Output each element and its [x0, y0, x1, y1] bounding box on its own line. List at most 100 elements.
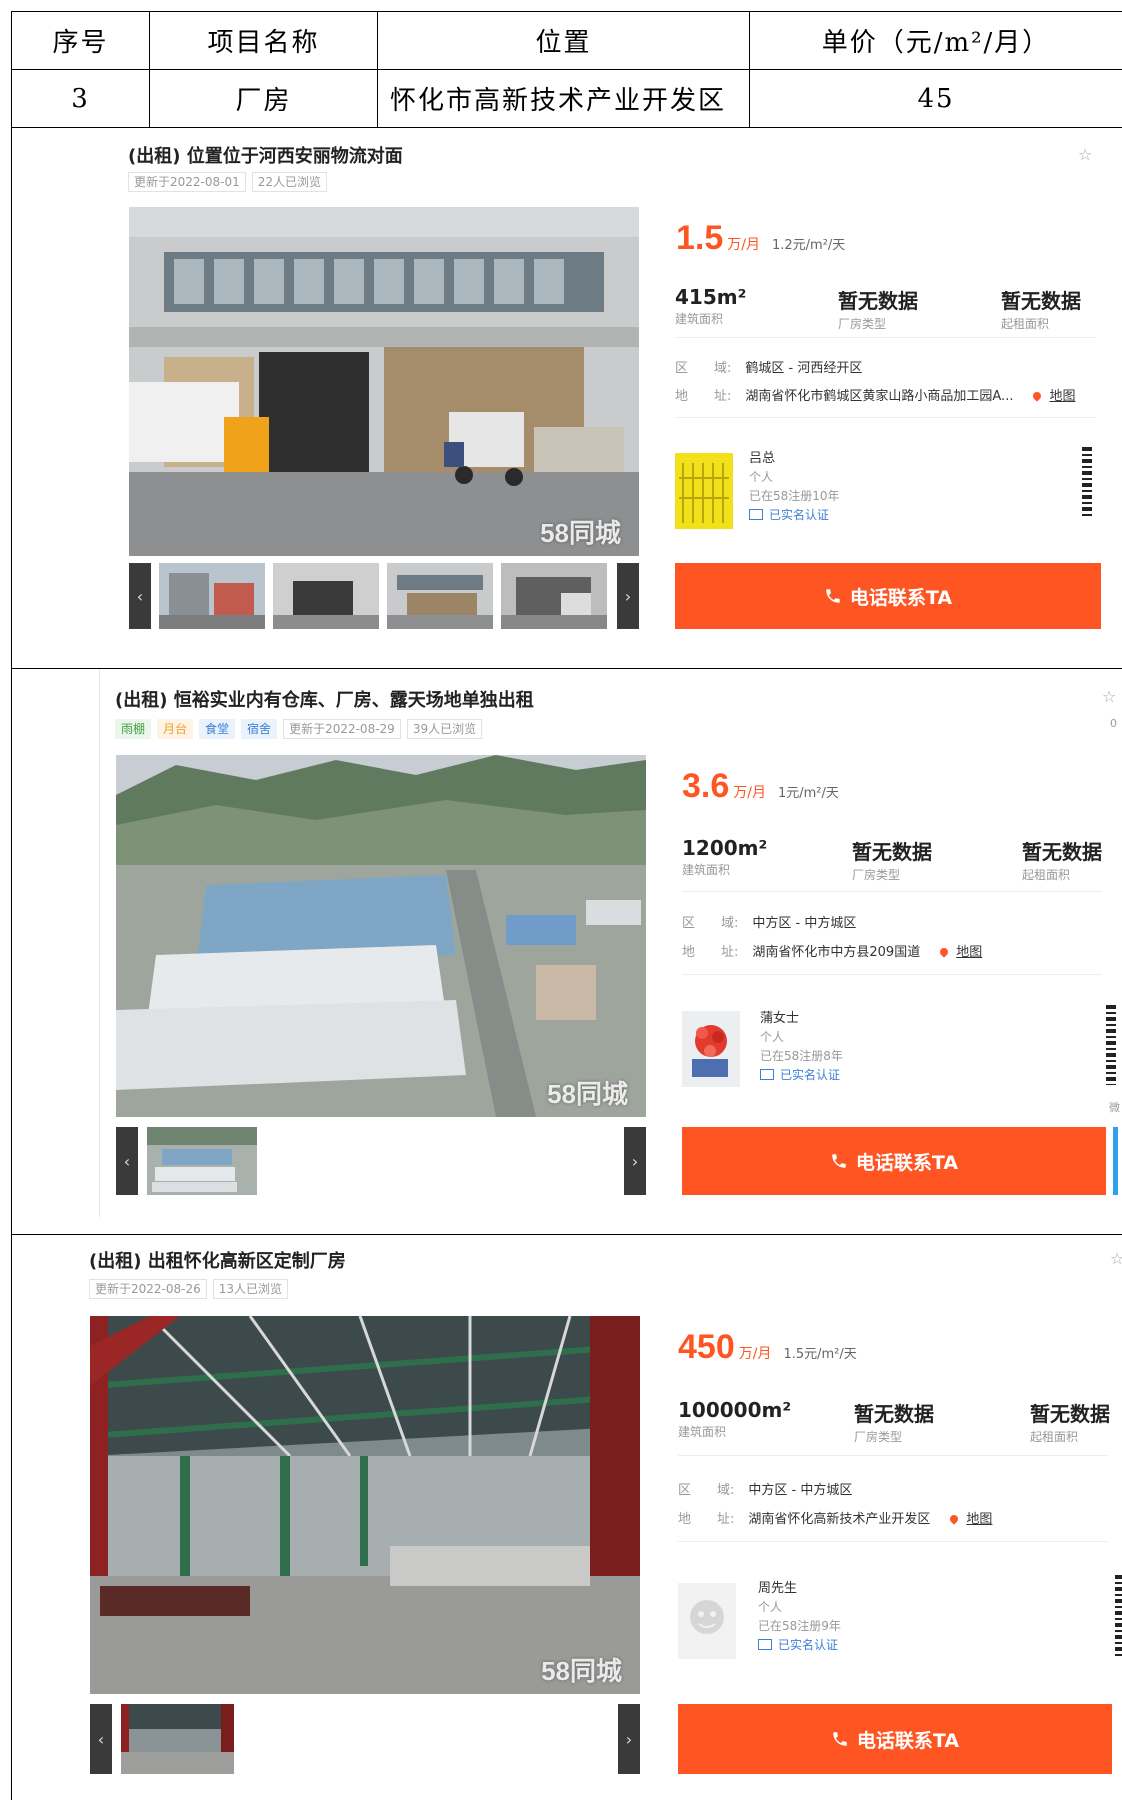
phone-icon — [832, 1154, 846, 1168]
map-pin-icon — [1031, 390, 1044, 402]
star-icon[interactable]: ☆ — [1078, 145, 1092, 164]
avatar — [675, 453, 733, 529]
district-value: 中方区 - 中方城区 — [748, 1483, 853, 1498]
main-photo[interactable]: 58同城 — [129, 207, 639, 556]
header-price: 单价（元/m²/月） — [749, 11, 1122, 70]
agent-info: 吕总 个人 已在58注册10年 已实名认证 — [749, 449, 840, 525]
thumbnail[interactable] — [121, 1704, 234, 1774]
table-header-row: 序号 项目名称 位置 单价（元/m²/月） — [11, 11, 1122, 70]
side-button-edge[interactable] — [1113, 1127, 1118, 1195]
price-value: 1.5 — [676, 219, 724, 257]
price-row: 3.6 万/月 1元/m²/天 — [682, 767, 839, 806]
type-stat: 暂无数据 厂房类型 — [854, 1402, 934, 1444]
cell-index: 3 — [11, 69, 150, 128]
cell-project: 厂房 — [149, 69, 378, 128]
listing-title[interactable]: (出租) 出租怀化高新区定制厂房 — [89, 1247, 346, 1273]
header-project: 项目名称 — [149, 11, 378, 70]
thumbnail[interactable] — [387, 563, 493, 629]
address-line: 地 址: 湖南省怀化市鹤城区黄家山路小商品加工园A... 地图 — [675, 389, 1076, 404]
avatar — [682, 1011, 740, 1087]
map-link[interactable]: 地图 — [966, 1512, 992, 1527]
call-button[interactable]: 电话联系TA — [678, 1704, 1112, 1774]
phone-icon — [833, 1732, 847, 1746]
price-per-area: 1.5元/m²/天 — [783, 1347, 857, 1362]
thumbnail[interactable] — [501, 563, 607, 629]
price-row: 1.5 万/月 1.2元/m²/天 — [676, 219, 845, 258]
agent-name: 蒲女士 — [760, 1011, 800, 1026]
agent-role: 个人 — [749, 470, 774, 484]
qr-code — [1082, 447, 1092, 519]
listing-title[interactable]: (出租) 恒裕实业内有仓库、厂房、露天场地单独出租 — [115, 686, 534, 712]
district-line: 区 域: 中方区 - 中方城区 — [678, 1483, 853, 1498]
qr-code — [1106, 1005, 1116, 1085]
divider — [675, 417, 1095, 418]
agent-role: 个人 — [758, 1600, 783, 1614]
call-button[interactable]: 电话联系TA — [682, 1127, 1106, 1195]
verified-badge: 已实名认证 — [760, 1066, 843, 1085]
chevron-left-icon[interactable]: ‹ — [90, 1704, 112, 1774]
feature-tag: 月台 — [157, 719, 194, 739]
header-location: 位置 — [377, 11, 750, 70]
qr-code — [1115, 1575, 1122, 1657]
thumb-strip: ‹ › — [116, 1127, 646, 1195]
star-count: 0 — [1110, 717, 1117, 730]
thumb-strip: ‹ › — [129, 563, 639, 629]
divider — [682, 974, 1102, 975]
agent-info: 蒲女士 个人 已在58注册8年 已实名认证 — [760, 1009, 843, 1085]
views-tag: 13人已浏览 — [212, 1279, 289, 1299]
updated-tag: 更新于2022-08-29 — [283, 719, 401, 739]
agent-name: 周先生 — [758, 1581, 798, 1596]
listing-title[interactable]: (出租) 位置位于河西安丽物流对面 — [128, 142, 403, 168]
chevron-right-icon[interactable]: › — [618, 1704, 640, 1774]
call-label: 电话联系TA — [855, 1151, 959, 1174]
price-unit: 万/月 — [727, 237, 760, 253]
min-area-stat: 暂无数据 起租面积 — [1030, 1402, 1110, 1444]
thumbnail[interactable] — [159, 563, 265, 629]
agent-info: 周先生 个人 已在58注册9年 已实名认证 — [758, 1579, 841, 1655]
agent-reg: 已在58注册10年 — [749, 489, 840, 503]
chevron-left-icon[interactable]: ‹ — [116, 1127, 138, 1195]
cell-location: 怀化市高新技术产业开发区 — [377, 69, 750, 128]
price-row: 450 万/月 1.5元/m²/天 — [678, 1328, 857, 1367]
listing-meta: 更新于2022-08-26 13人已浏览 — [89, 1279, 289, 1299]
star-icon[interactable]: ☆ — [1102, 687, 1116, 706]
watermark: 58同城 — [541, 1656, 622, 1686]
chevron-right-icon[interactable]: › — [624, 1127, 646, 1195]
call-button[interactable]: 电话联系TA — [675, 563, 1101, 629]
main-photo[interactable]: 58同城 — [116, 755, 646, 1117]
district-line: 区 域: 中方区 - 中方城区 — [682, 916, 857, 931]
price-unit: 万/月 — [738, 1346, 772, 1362]
map-pin-icon — [948, 1513, 961, 1525]
address-value: 湖南省怀化市鹤城区黄家山路小商品加工园A... — [745, 389, 1014, 404]
type-stat: 暂无数据 厂房类型 — [838, 289, 918, 331]
address-value: 湖南省怀化市中方县209国道 — [752, 945, 921, 960]
agent-name: 吕总 — [749, 451, 776, 466]
updated-tag: 更新于2022-08-26 — [89, 1279, 207, 1299]
thumbnail[interactable] — [147, 1127, 257, 1195]
feature-tag: 宿舍 — [241, 719, 278, 739]
chevron-right-icon[interactable]: › — [617, 563, 639, 629]
type-stat: 暂无数据 厂房类型 — [852, 840, 932, 882]
map-link[interactable]: 地图 — [1049, 389, 1075, 404]
chevron-left-icon[interactable]: ‹ — [129, 563, 151, 629]
main-photo[interactable]: 58同城 — [90, 1316, 640, 1694]
thumbnail[interactable] — [273, 563, 379, 629]
address-value: 湖南省怀化高新技术产业开发区 — [748, 1512, 931, 1527]
listing-meta: 雨棚 月台 食堂 宿舍 更新于2022-08-29 39人已浏览 — [115, 719, 483, 739]
price-per-area: 1.2元/m²/天 — [771, 238, 846, 253]
district-line: 区 域: 鹤城区 - 河西经开区 — [675, 361, 863, 376]
avatar — [678, 1583, 736, 1659]
address-line: 地 址: 湖南省怀化市中方县209国道 地图 — [682, 945, 983, 960]
cell-price: 45 — [749, 69, 1122, 128]
doc-table: 序号 项目名称 位置 单价（元/m²/月） 3 厂房 怀化市高新技术产业开发区 … — [11, 11, 1122, 128]
verified-badge: 已实名认证 — [758, 1636, 841, 1655]
map-link[interactable]: 地图 — [956, 945, 982, 960]
agent-reg: 已在58注册9年 — [758, 1619, 841, 1633]
price-value: 3.6 — [682, 767, 730, 805]
call-label: 电话联系TA — [856, 1729, 960, 1752]
phone-icon — [826, 589, 840, 603]
table-row: 3 厂房 怀化市高新技术产业开发区 45 — [11, 69, 1122, 128]
listing-card-3: (出租) 出租怀化高新区定制厂房 ☆ 更新于2022-08-26 13人已浏览 … — [11, 1235, 1122, 1800]
feature-tag: 食堂 — [199, 719, 236, 739]
star-icon[interactable]: ☆ — [1110, 1249, 1122, 1268]
